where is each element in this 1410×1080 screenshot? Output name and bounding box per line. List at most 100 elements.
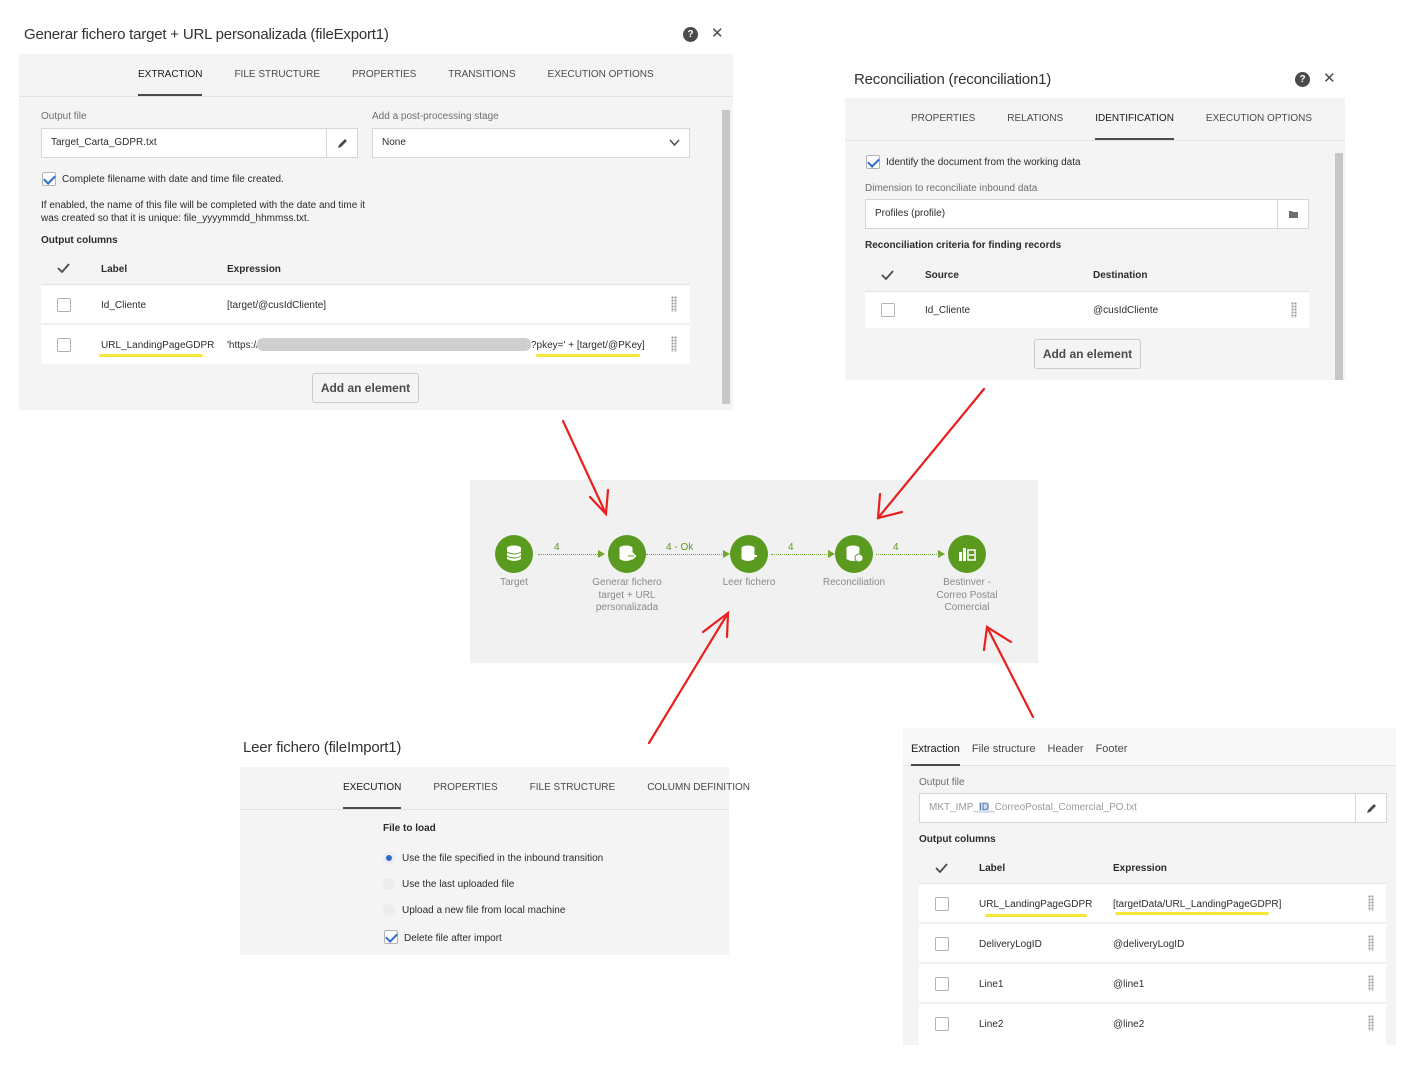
select-all-icon[interactable]: [935, 863, 948, 873]
delivery-dialog: Extraction File structure Header Footer …: [903, 728, 1396, 1045]
drag-handle-icon[interactable]: [1368, 1015, 1374, 1031]
select-all-icon[interactable]: [881, 270, 894, 280]
tab-execution-options[interactable]: EXECUTION OPTIONS: [1206, 98, 1312, 140]
tab-execution-options[interactable]: EXECUTION OPTIONS: [548, 54, 654, 96]
node-reconciliation[interactable]: [835, 535, 873, 573]
complete-filename-checkbox[interactable]: [42, 172, 56, 186]
radio-last-uploaded[interactable]: [383, 878, 395, 890]
dimension-picker-button[interactable]: [1277, 199, 1309, 229]
row-checkbox[interactable]: [57, 338, 71, 352]
table-row[interactable]: Line1 @line1: [919, 964, 1386, 1003]
help-icon[interactable]: ?: [1295, 72, 1310, 87]
tab-footer[interactable]: Footer: [1096, 728, 1128, 766]
node-delivery[interactable]: [948, 535, 986, 573]
drag-handle-icon[interactable]: [1368, 935, 1374, 951]
add-element-button[interactable]: Add an element: [1034, 339, 1141, 369]
drag-handle-icon[interactable]: [1368, 895, 1374, 911]
table-row[interactable]: URL_LandingPageGDPR [targetData/URL_Land…: [919, 884, 1386, 923]
output-file-suffix: _CorreoPostal_Comercial_PO.txt: [989, 802, 1137, 813]
database-import-icon: [741, 545, 757, 561]
post-processing-select[interactable]: None: [372, 128, 690, 158]
delete-after-import-checkbox[interactable]: [384, 930, 398, 944]
node-target[interactable]: [495, 535, 533, 573]
row-checkbox[interactable]: [881, 303, 895, 317]
col-expression-header: Expression: [227, 264, 281, 275]
drag-handle-icon[interactable]: [1291, 302, 1297, 318]
row-checkbox[interactable]: [935, 897, 949, 911]
edit-output-file-button[interactable]: [1355, 793, 1387, 823]
columns-header: Label Expression: [919, 851, 1386, 884]
select-all-icon[interactable]: [57, 263, 70, 273]
row-expression: [targetData/URL_LandingPageGDPR]: [1113, 899, 1282, 910]
tab-execution[interactable]: EXECUTION: [343, 767, 402, 809]
transition-line: [876, 554, 941, 555]
tab-extraction[interactable]: EXTRACTION: [138, 54, 203, 96]
node-label: Generar fichero target + URL personaliza…: [592, 577, 662, 613]
identify-label: Identify the document from the working d…: [886, 157, 1081, 168]
tab-column-definition[interactable]: COLUMN DEFINITION: [647, 767, 750, 809]
tab-properties[interactable]: PROPERTIES: [352, 54, 416, 96]
close-icon[interactable]: ✕: [711, 24, 724, 42]
row-expression: @deliveryLogID: [1113, 939, 1185, 950]
row-label: Line2: [979, 1019, 1004, 1030]
row-label: URL_LandingPageGDPR: [101, 340, 215, 351]
transition-count: 4: [554, 542, 560, 553]
node-file-import[interactable]: [730, 535, 768, 573]
table-row[interactable]: Line2 @line2: [919, 1004, 1386, 1045]
table-row[interactable]: URL_LandingPageGDPR 'https:// ?pkey=' + …: [41, 325, 690, 364]
tab-header[interactable]: Header: [1048, 728, 1084, 766]
dimension-input[interactable]: Profiles (profile): [865, 199, 1279, 229]
help-icon[interactable]: ?: [683, 27, 698, 42]
transition-line: [771, 554, 831, 555]
tab-file-structure[interactable]: FILE STRUCTURE: [530, 767, 616, 809]
tab-relations[interactable]: RELATIONS: [1007, 98, 1063, 140]
scrollbar[interactable]: [1335, 153, 1343, 380]
row-checkbox[interactable]: [935, 977, 949, 991]
row-checkbox[interactable]: [57, 298, 71, 312]
import-panel: EXECUTION PROPERTIES FILE STRUCTURE COLU…: [240, 767, 750, 955]
row-expression: [target/@cusIdCliente]: [227, 300, 327, 311]
row-expression: @line1: [1113, 979, 1145, 990]
add-element-button[interactable]: Add an element: [312, 373, 419, 403]
row-label: DeliveryLogID: [979, 939, 1042, 950]
drag-handle-icon[interactable]: [671, 336, 677, 352]
scrollbar[interactable]: [722, 110, 730, 404]
drag-handle-icon[interactable]: [1368, 975, 1374, 991]
drag-handle-icon[interactable]: [671, 296, 677, 312]
table-row[interactable]: DeliveryLogID @deliveryLogID: [919, 924, 1386, 963]
row-label: Id_Cliente: [101, 300, 147, 311]
col-source-header: Source: [925, 270, 959, 281]
edit-output-file-button[interactable]: [326, 128, 358, 158]
identify-checkbox[interactable]: [866, 155, 880, 169]
output-file-input[interactable]: MKT_IMP_ID_CorreoPostal_Comercial_PO.txt: [919, 793, 1356, 823]
transition-count: 4 - Ok: [666, 542, 694, 553]
database-icon: [506, 545, 522, 561]
tab-properties[interactable]: PROPERTIES: [911, 98, 975, 140]
complete-filename-label: Complete filename with date and time fil…: [62, 174, 284, 185]
table-row[interactable]: Id_Cliente @cusIdCliente: [865, 292, 1309, 328]
node-file-export[interactable]: [608, 535, 646, 573]
delivery-icon: [959, 548, 976, 561]
row-checkbox[interactable]: [935, 937, 949, 951]
pencil-icon: [1366, 803, 1376, 813]
radio-upload-local[interactable]: [383, 904, 395, 916]
tab-transitions[interactable]: TRANSITIONS: [448, 54, 515, 96]
tab-file-structure[interactable]: FILE STRUCTURE: [234, 54, 320, 96]
row-source: Id_Cliente: [925, 305, 971, 316]
output-columns-label: Output columns: [41, 235, 118, 246]
close-icon[interactable]: ✕: [1323, 69, 1336, 87]
table-row[interactable]: Id_Cliente [target/@cusIdCliente]: [41, 285, 690, 324]
help-text-line2: was created so that it is unique: file_y…: [41, 213, 310, 224]
tab-file-structure[interactable]: File structure: [972, 728, 1036, 766]
reconciliation-dialog-title: Reconciliation (reconciliation1): [854, 71, 1052, 88]
option-label: Upload a new file from local machine: [402, 905, 566, 916]
row-checkbox[interactable]: [935, 1017, 949, 1031]
row-label: Line1: [979, 979, 1004, 990]
radio-inbound-transition[interactable]: [383, 852, 395, 864]
output-file-prefix: MKT_IMP_: [929, 802, 980, 813]
tab-identification[interactable]: IDENTIFICATION: [1095, 98, 1174, 140]
row-expression-suffix: ?pkey=' + [target/@PKey]: [531, 340, 645, 351]
tab-extraction[interactable]: Extraction: [911, 728, 960, 766]
tab-properties[interactable]: PROPERTIES: [433, 767, 497, 809]
output-file-input[interactable]: Target_Carta_GDPR.txt: [41, 128, 328, 158]
